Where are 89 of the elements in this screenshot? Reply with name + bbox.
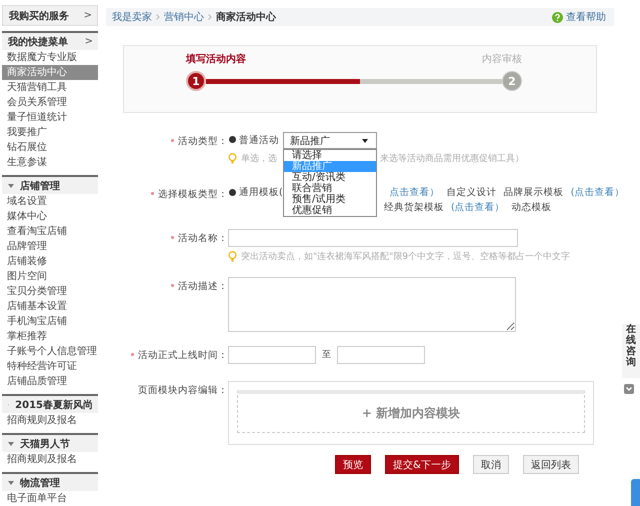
template-option: 经典货架模板 — [384, 201, 444, 214]
lightbulb-icon — [228, 153, 237, 164]
view-link[interactable]: (点击查看） — [451, 201, 505, 214]
dropdown-option[interactable]: 联合营销 — [284, 183, 376, 194]
dropdown-option[interactable]: 预售/试用类 — [284, 194, 376, 205]
sidebar-item[interactable]: 域名设置 — [2, 194, 98, 209]
hint-text: 单选，选 — [241, 152, 277, 165]
form-button[interactable]: 预览 — [335, 455, 371, 474]
start-time-field[interactable] — [228, 346, 316, 364]
sidebar-item[interactable]: 子账号个人信息管理 — [2, 344, 98, 359]
menu-header[interactable]: 物流管理 — [2, 474, 98, 491]
breadcrumb-link[interactable]: 我是卖家 — [112, 10, 152, 24]
sidebar-item[interactable]: 电子面单平台 — [2, 491, 98, 506]
activity-name-field[interactable] — [228, 229, 518, 247]
radio-label: 普通活动 — [239, 134, 279, 147]
radio-button[interactable] — [229, 189, 236, 196]
menu-header-title: 我的快捷菜单 — [8, 36, 69, 48]
breadcrumb-link[interactable]: 商家活动中心 — [216, 10, 276, 24]
step-number: 2 — [502, 71, 522, 91]
breadcrumb-separator-icon — [208, 14, 212, 20]
sidebar-item[interactable]: 店铺品质管理 — [2, 374, 98, 389]
dropdown-option[interactable]: 请选择 — [284, 150, 376, 161]
menu-header[interactable]: 我购买的服务 > — [3, 6, 97, 25]
sidebar-item[interactable]: 手机淘宝店铺 — [2, 314, 98, 329]
sidebar-item[interactable]: 数据魔方专业版 — [2, 50, 98, 65]
sidebar-item[interactable]: 天猫营销工具 — [2, 80, 98, 95]
template-option: 动态模板 — [512, 201, 552, 214]
step-number: 1 — [186, 71, 206, 91]
field-label: 活动名称： — [178, 232, 228, 245]
template-option: 品牌展示模板 — [504, 186, 564, 199]
menu-arrow: > — [84, 36, 93, 47]
menu-header[interactable]: 店铺管理 — [2, 177, 98, 194]
form-button[interactable]: 提交&下一步 — [385, 455, 459, 474]
sidebar-item[interactable]: 钻石展位 — [2, 140, 98, 155]
sidebar-item[interactable]: 掌柜推荐 — [2, 329, 98, 344]
breadcrumb-separator-icon — [156, 14, 160, 20]
range-separator: 至 — [322, 349, 331, 361]
activity-type-select[interactable]: 新品推广 — [283, 132, 377, 149]
template-option: 通用模板( — [239, 186, 283, 199]
lightbulb-icon — [228, 251, 237, 262]
sidebar-item[interactable]: 我要推广 — [2, 125, 98, 140]
sidebar-item[interactable]: 招商规则及报名 — [2, 413, 98, 428]
sidebar-item[interactable]: 查看淘宝店铺 — [2, 224, 98, 239]
sidebar-item[interactable]: 生意参谋 — [2, 155, 98, 170]
radio-button[interactable] — [229, 136, 236, 143]
template-option: 自定义设计 — [446, 186, 497, 199]
view-link[interactable]: 点击查看） — [390, 186, 440, 199]
menu-arrow: > — [84, 10, 92, 21]
help-link[interactable]: 查看帮助 — [566, 10, 606, 24]
sidebar-item[interactable]: 宝贝分类管理 — [2, 284, 98, 299]
sidebar-item[interactable]: 特种经营许可证 — [2, 359, 98, 374]
online-consult-tab[interactable]: 在线咨询 — [622, 324, 640, 378]
form-button[interactable]: 取消 — [472, 455, 509, 474]
menu-header[interactable]: 我的快捷菜单 > — [2, 33, 98, 50]
step-label: 填写活动内容 — [186, 52, 246, 66]
field-label: 选择模板类型： — [158, 188, 228, 201]
menu-header-title: 天猫男人节 — [20, 438, 71, 450]
menu-header-title: 店铺管理 — [20, 179, 61, 192]
chat-icon — [624, 384, 634, 394]
sidebar-item[interactable]: 店铺基本设置 — [2, 299, 98, 314]
sidebar-item[interactable]: 量子恒道统计 — [2, 110, 98, 125]
sidebar-item[interactable]: 店铺装修 — [2, 254, 98, 269]
hint-text: 来选等活动商品需用优惠促销工具） — [380, 152, 524, 165]
field-label: 活动正式上线时间： — [138, 349, 228, 362]
menu-header[interactable]: 2015春夏新风尚 — [2, 396, 98, 413]
breadcrumb-link[interactable]: 营销中心 — [164, 10, 204, 24]
sidebar-item[interactable]: 媒体中心 — [2, 209, 98, 224]
add-module-button[interactable]: + 新增加内容模块 — [237, 390, 585, 433]
sidebar-item[interactable]: 品牌管理 — [2, 239, 98, 254]
menu-header-title: 物流管理 — [20, 476, 61, 490]
field-label: 活动类型： — [178, 135, 228, 148]
field-label: 活动描述： — [178, 280, 228, 293]
menu-header[interactable]: 天猫男人节 — [2, 435, 98, 452]
dropdown-option[interactable]: 互动/资讯类 — [284, 172, 376, 183]
description-field[interactable] — [228, 277, 516, 332]
menu-header-title: 2015春夏新风尚 — [15, 398, 93, 412]
dropdown-arrow-icon — [362, 138, 368, 142]
dropdown-option[interactable]: 优惠促销 — [284, 205, 376, 216]
sidebar-item[interactable]: 招商规则及报名 — [2, 452, 98, 467]
hint-text: 突出活动卖点，如"连衣裙海军风搭配"限9个中文字，逗号、空格等都占一个中文字 — [241, 250, 570, 263]
field-label: 页面模块内容编辑： — [138, 384, 228, 397]
end-time-field[interactable] — [337, 346, 425, 364]
step-label: 内容审核 — [482, 52, 522, 66]
form-button[interactable]: 返回列表 — [522, 455, 579, 474]
menu-header-title: 我购买的服务 — [9, 10, 70, 22]
sidebar-item[interactable]: 会员关系管理 — [2, 95, 98, 110]
help-icon — [552, 12, 563, 22]
view-link[interactable]: (点击查看） — [570, 186, 624, 199]
sidebar-item[interactable]: 图片空间 — [2, 269, 98, 284]
